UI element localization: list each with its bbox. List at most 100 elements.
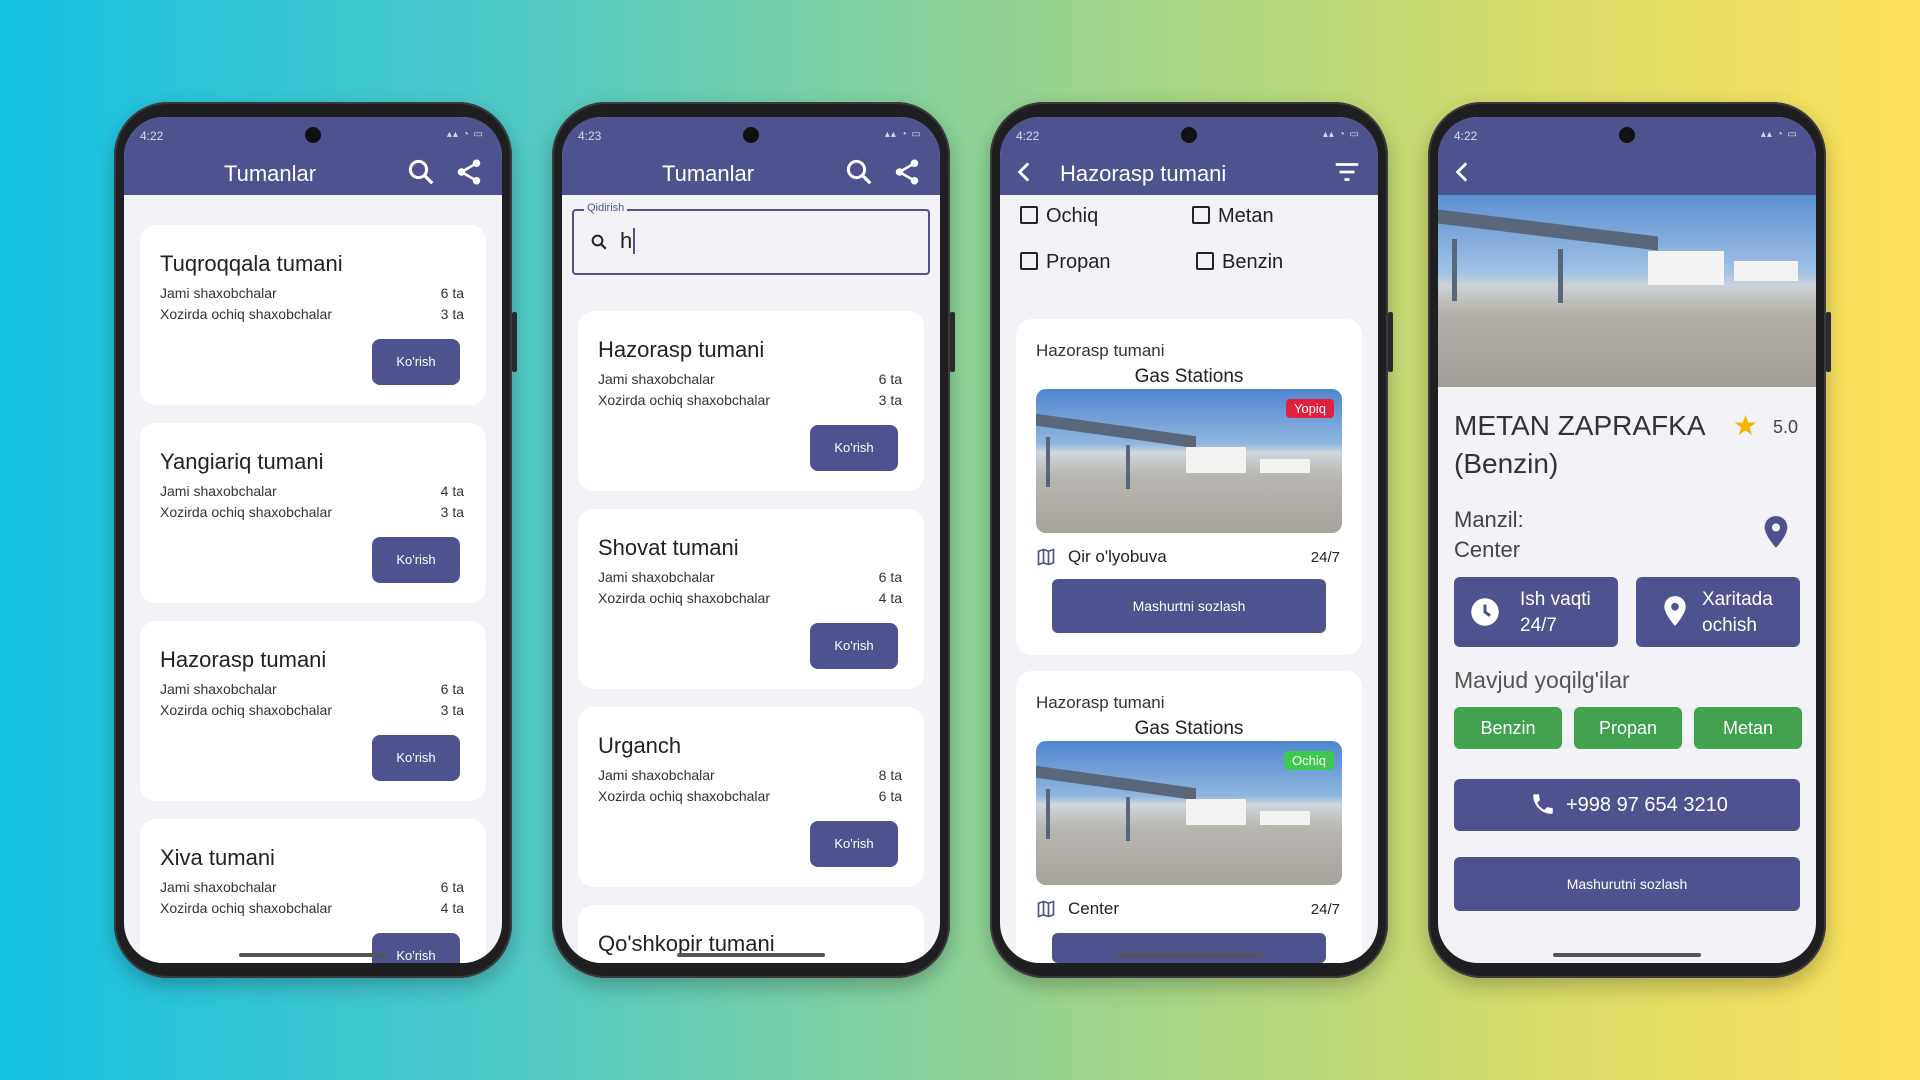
stat-total-label: Jami shaxobchalar bbox=[160, 879, 277, 895]
view-button[interactable]: Ko'rish bbox=[372, 933, 460, 963]
screen-search: 4:23 ▴▴ ◔ ▭ Tumanlar Qidirish h Hazorasp… bbox=[562, 117, 940, 963]
stat-open-row: Xozirda ochiq shaxobchalar 6 ta bbox=[598, 788, 902, 804]
stat-total-row: Jami shaxobchalar 6 ta bbox=[598, 569, 902, 585]
working-hours-label: Ish vaqti bbox=[1520, 589, 1591, 610]
call-button[interactable]: +998 97 654 3210 bbox=[1454, 779, 1800, 831]
map-icon bbox=[1037, 548, 1055, 566]
stat-total-value: 6 ta bbox=[440, 879, 464, 895]
stat-open-label: Xozirda ochiq shaxobchalar bbox=[160, 702, 332, 718]
screen-districts: 4:22 ▴▴ ◔ ▭ Tumanlar Tuqroqqala tumani J… bbox=[124, 117, 502, 963]
phone-number: +998 97 654 3210 bbox=[1566, 794, 1728, 816]
checkbox-box[interactable] bbox=[1196, 252, 1214, 270]
stat-open-value: 4 ta bbox=[878, 590, 902, 606]
checkbox-box[interactable] bbox=[1020, 252, 1038, 270]
filter-icon[interactable] bbox=[1332, 157, 1362, 187]
stat-open-label: Xozirda ochiq shaxobchalar bbox=[160, 900, 332, 916]
status-bar: 4:23 ▴▴ ◔ ▭ bbox=[562, 117, 940, 153]
camera-hole bbox=[305, 127, 321, 143]
filter-checkbox[interactable]: Ochiq bbox=[1020, 205, 1098, 228]
search-icon[interactable] bbox=[844, 157, 874, 187]
station-hero-photo bbox=[1438, 195, 1816, 387]
stat-total-label: Jami shaxobchalar bbox=[598, 569, 715, 585]
stat-total-label: Jami shaxobchalar bbox=[598, 371, 715, 387]
station-card[interactable]: Hazorasp tumani Gas Stations Ochiq Cente… bbox=[1016, 671, 1362, 963]
address-label: Manzil: bbox=[1454, 507, 1524, 532]
route-button[interactable]: Mashurtni sozlash bbox=[1052, 579, 1326, 633]
home-indicator[interactable] bbox=[1115, 953, 1263, 957]
stat-total-value: 4 ta bbox=[440, 483, 464, 499]
stat-total-row: Jami shaxobchalar 6 ta bbox=[160, 285, 464, 301]
checkbox-box[interactable] bbox=[1192, 206, 1210, 224]
clock-icon bbox=[1471, 598, 1499, 626]
stat-open-row: Xozirda ochiq shaxobchalar 3 ta bbox=[160, 702, 464, 718]
search-icon[interactable] bbox=[406, 157, 436, 187]
phone-icon bbox=[1533, 794, 1553, 814]
view-button[interactable]: Ko'rish bbox=[810, 623, 898, 669]
screen-station-detail: 4:22 ▴▴ ◔ ▭ METAN ZAPRAFKA (Benzin) ★ 5.… bbox=[1438, 117, 1816, 963]
view-button[interactable]: Ko'rish bbox=[810, 425, 898, 471]
stat-open-label: Xozirda ochiq shaxobchalar bbox=[598, 788, 770, 804]
open-map-button[interactable]: Xaritada ochish bbox=[1636, 577, 1800, 647]
status-time: 4:22 bbox=[140, 129, 164, 143]
filter-checkbox[interactable]: Benzin bbox=[1196, 251, 1283, 274]
view-button[interactable]: Ko'rish bbox=[372, 339, 460, 385]
stat-open-value: 3 ta bbox=[878, 392, 902, 408]
district-card: Urganch Jami shaxobchalar 8 ta Xozirda oc… bbox=[578, 707, 924, 887]
home-indicator[interactable] bbox=[239, 953, 387, 957]
stat-open-label: Xozirda ochiq shaxobchalar bbox=[598, 590, 770, 606]
filter-label: Propan bbox=[1046, 251, 1111, 273]
search-icon bbox=[591, 234, 607, 250]
location-pin-icon[interactable] bbox=[1762, 515, 1790, 549]
station-name: METAN ZAPRAFKA (Benzin) bbox=[1454, 410, 1704, 479]
station-category: Gas Stations bbox=[1134, 718, 1244, 739]
map-icon bbox=[1037, 900, 1055, 918]
status-time: 4:22 bbox=[1016, 129, 1040, 143]
view-button[interactable]: Ko'rish bbox=[372, 735, 460, 781]
page-title: Hazorasp tumani bbox=[1060, 161, 1227, 186]
stat-total-row: Jami shaxobchalar 6 ta bbox=[598, 371, 902, 387]
stat-open-row: Xozirda ochiq shaxobchalar 3 ta bbox=[160, 504, 464, 520]
route-button[interactable]: Mashurutni sozlash bbox=[1454, 857, 1800, 911]
page-title: Tumanlar bbox=[662, 161, 755, 186]
station-hours: 24/7 bbox=[1310, 901, 1340, 918]
status-bar: 4:22 ▴▴ ◔ ▭ bbox=[124, 117, 502, 153]
share-icon[interactable] bbox=[454, 157, 484, 187]
district-name: Yangiariq tumani bbox=[160, 449, 324, 474]
fuel-chip: Metan bbox=[1694, 707, 1802, 749]
home-indicator[interactable] bbox=[1553, 953, 1701, 957]
search-field[interactable]: Qidirish h bbox=[572, 202, 930, 275]
rating-value: 5.0 bbox=[1772, 417, 1798, 437]
view-button[interactable]: Ko'rish bbox=[372, 537, 460, 583]
district-name: Urganch bbox=[598, 733, 682, 758]
camera-hole bbox=[743, 127, 759, 143]
stat-open-row: Xozirda ochiq shaxobchalar 4 ta bbox=[598, 590, 902, 606]
filter-checkbox[interactable]: Propan bbox=[1020, 251, 1111, 274]
stat-open-row: Xozirda ochiq shaxobchalar 3 ta bbox=[160, 306, 464, 322]
search-label: Qidirish bbox=[584, 202, 628, 214]
share-icon[interactable] bbox=[892, 157, 922, 187]
back-icon[interactable] bbox=[1450, 159, 1476, 185]
back-icon[interactable] bbox=[1012, 159, 1038, 185]
stat-open-label: Xozirda ochiq shaxobchalar bbox=[160, 504, 332, 520]
app-bar: 4:23 ▴▴ ◔ ▭ Tumanlar bbox=[562, 117, 940, 195]
search-input[interactable]: h bbox=[620, 228, 636, 254]
camera-hole bbox=[1181, 127, 1197, 143]
view-button[interactable]: Ko'rish bbox=[810, 821, 898, 867]
filter-checkbox[interactable]: Metan bbox=[1192, 205, 1274, 228]
station-district: Hazorasp tumani bbox=[1036, 341, 1165, 360]
screen-stations: 4:22 ▴▴ ◔ ▭ Hazorasp tumani Ochiq Metan … bbox=[1000, 117, 1378, 963]
district-card: Xiva tumani Jami shaxobchalar 6 ta Xozird… bbox=[140, 819, 486, 963]
district-list: Hazorasp tumani Jami shaxobchalar 6 ta Xo… bbox=[562, 287, 940, 963]
district-card: Tuqroqqala tumani Jami shaxobchalar 6 ta … bbox=[140, 225, 486, 405]
stat-open-row: Xozirda ochiq shaxobchalar 3 ta bbox=[598, 392, 902, 408]
station-card[interactable]: Hazorasp tumani Gas Stations Yopiq Qir o… bbox=[1016, 319, 1362, 655]
route-button[interactable] bbox=[1052, 933, 1326, 963]
checkbox-box[interactable] bbox=[1020, 206, 1038, 224]
home-indicator[interactable] bbox=[677, 953, 825, 957]
district-card: Yangiariq tumani Jami shaxobchalar 4 ta X… bbox=[140, 423, 486, 603]
signal-battery-icon: ▴▴ ◔ ▭ bbox=[1322, 129, 1360, 140]
working-hours-button[interactable]: Ish vaqti 24/7 bbox=[1454, 577, 1618, 647]
district-list: Tuqroqqala tumani Jami shaxobchalar 6 ta … bbox=[124, 195, 502, 963]
stat-total-label: Jami shaxobchalar bbox=[160, 483, 277, 499]
district-name: Shovat tumani bbox=[598, 535, 739, 560]
